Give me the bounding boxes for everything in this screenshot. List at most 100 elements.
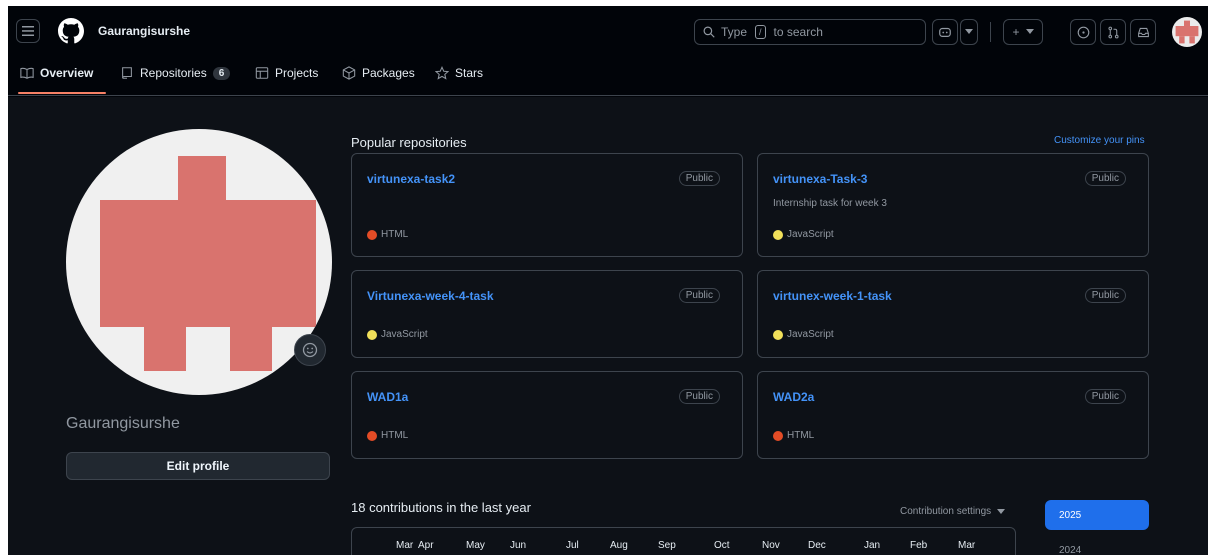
repo-name-link[interactable]: WAD1a bbox=[367, 390, 408, 404]
month-label: Mar bbox=[396, 540, 414, 551]
issues-button[interactable] bbox=[1070, 19, 1096, 45]
repo-card: virtunex-week-1-task Public JavaScript bbox=[757, 270, 1149, 358]
tab-packages-label: Packages bbox=[362, 66, 415, 80]
repo-language: JavaScript bbox=[773, 229, 834, 240]
tab-repositories[interactable]: Repositories 6 bbox=[120, 66, 231, 80]
repo-card: WAD2a Public HTML bbox=[757, 371, 1149, 459]
visibility-badge: Public bbox=[678, 171, 720, 186]
customize-pins-link[interactable]: Customize your pins bbox=[1054, 135, 1145, 146]
month-label: Nov bbox=[762, 540, 780, 551]
header-username[interactable]: Gaurangisurshe bbox=[98, 24, 190, 38]
repo-name-link[interactable]: virtunexa-task2 bbox=[367, 172, 455, 186]
search-shortcut-key: / bbox=[755, 25, 766, 39]
month-label: Aug bbox=[610, 540, 628, 551]
month-label: Oct bbox=[714, 540, 730, 551]
repo-language: HTML bbox=[367, 229, 408, 240]
triangle-down-icon bbox=[1025, 29, 1034, 34]
tab-stars[interactable]: Stars bbox=[435, 66, 483, 80]
repo-name-link[interactable]: WAD2a bbox=[773, 390, 814, 404]
repo-name-link[interactable]: virtunex-week-1-task bbox=[773, 289, 892, 303]
menu-button[interactable] bbox=[16, 19, 40, 43]
language-label: JavaScript bbox=[787, 329, 834, 340]
month-label: Feb bbox=[910, 540, 928, 551]
language-label: HTML bbox=[381, 430, 409, 441]
visibility-badge: Public bbox=[1084, 389, 1126, 404]
copilot-dropdown-button[interactable] bbox=[960, 19, 978, 45]
table-icon bbox=[255, 67, 269, 79]
month-label: Dec bbox=[808, 540, 826, 551]
divider bbox=[990, 22, 991, 42]
repo-language: JavaScript bbox=[367, 329, 428, 340]
language-label: JavaScript bbox=[381, 329, 428, 340]
set-status-button[interactable] bbox=[294, 334, 326, 366]
month-label: Apr bbox=[418, 540, 434, 551]
tab-overview-label: Overview bbox=[40, 66, 94, 80]
top-bar: Gaurangisurshe Type / to search + bbox=[8, 6, 1208, 56]
profile-avatar[interactable] bbox=[66, 129, 332, 395]
month-label: Mar bbox=[958, 540, 976, 551]
github-logo-icon[interactable] bbox=[58, 18, 84, 44]
tab-repositories-label: Repositories bbox=[140, 66, 207, 80]
plus-icon: + bbox=[1012, 25, 1020, 39]
contributions-title: 18 contributions in the last year bbox=[351, 500, 531, 515]
repo-card: Virtunexa-week-4-task Public JavaScript bbox=[351, 270, 743, 358]
tab-packages[interactable]: Packages bbox=[342, 66, 415, 80]
create-new-button[interactable]: + bbox=[1003, 19, 1043, 45]
language-label: HTML bbox=[381, 229, 409, 240]
month-label: Jan bbox=[864, 540, 881, 551]
search-icon bbox=[703, 26, 715, 38]
language-color-dot bbox=[773, 430, 783, 441]
copilot-icon bbox=[939, 27, 951, 37]
tab-projects[interactable]: Projects bbox=[255, 66, 318, 80]
repo-language: HTML bbox=[773, 430, 814, 441]
issue-opened-icon bbox=[1077, 26, 1089, 38]
repo-card: virtunexa-Task-3 Public Internship task … bbox=[757, 153, 1149, 257]
identicon-avatar-icon bbox=[100, 156, 316, 371]
repo-card: virtunexa-task2 Public HTML bbox=[351, 153, 743, 257]
star-icon bbox=[435, 66, 449, 80]
tab-stars-label: Stars bbox=[455, 66, 484, 80]
smiley-icon bbox=[302, 342, 318, 358]
repo-language: HTML bbox=[367, 430, 408, 441]
language-color-dot bbox=[367, 229, 377, 240]
language-color-dot bbox=[367, 329, 377, 340]
profile-tabs: Overview Repositories 6 Projects Package… bbox=[8, 56, 1208, 96]
contribution-graph: Mar Apr May Jun Jul Aug Sep Oct Nov Dec … bbox=[351, 527, 1016, 555]
triangle-down-icon bbox=[997, 508, 1006, 514]
repo-icon bbox=[122, 67, 132, 79]
package-icon bbox=[342, 66, 356, 80]
search-placeholder-pre: Type bbox=[721, 25, 748, 39]
profile-username: Gaurangisurshe bbox=[66, 415, 180, 432]
user-avatar-menu[interactable] bbox=[1172, 17, 1202, 47]
year-button[interactable]: 2024 bbox=[1059, 545, 1081, 555]
selected-tab-indicator bbox=[18, 92, 106, 94]
edit-profile-button[interactable]: Edit profile bbox=[66, 452, 330, 480]
repo-description: Internship task for week 3 bbox=[773, 198, 887, 209]
copilot-button[interactable] bbox=[932, 19, 958, 45]
repositories-count-badge: 6 bbox=[212, 66, 231, 80]
repo-name-link[interactable]: Virtunexa-week-4-task bbox=[367, 289, 494, 303]
inbox-button[interactable] bbox=[1130, 19, 1156, 45]
github-profile-page: Gaurangisurshe Type / to search + Overvi… bbox=[8, 6, 1208, 555]
language-color-dot bbox=[367, 430, 377, 441]
pull-requests-button[interactable] bbox=[1100, 19, 1126, 45]
inbox-icon bbox=[1137, 27, 1149, 37]
triangle-down-icon bbox=[965, 29, 973, 34]
tab-overview[interactable]: Overview bbox=[20, 66, 93, 80]
repo-name-link[interactable]: virtunexa-Task-3 bbox=[773, 172, 867, 186]
hamburger-icon bbox=[22, 26, 34, 36]
search-placeholder-post: to search bbox=[773, 25, 823, 39]
git-pull-request-icon bbox=[1107, 26, 1119, 38]
search-input[interactable]: Type / to search bbox=[694, 19, 926, 45]
contribution-settings-button[interactable]: Contribution settings bbox=[900, 506, 1006, 517]
year-button-selected[interactable]: 2025 bbox=[1045, 500, 1149, 530]
month-label: May bbox=[466, 540, 485, 551]
language-label: JavaScript bbox=[787, 229, 834, 240]
visibility-badge: Public bbox=[1084, 171, 1126, 186]
tab-projects-label: Projects bbox=[275, 66, 319, 80]
main-content: Gaurangisurshe Edit profile Popular repo… bbox=[8, 97, 1208, 555]
contribution-settings-label: Contribution settings bbox=[900, 506, 992, 517]
month-label: Jul bbox=[566, 540, 579, 551]
book-icon bbox=[20, 67, 34, 79]
month-label: Sep bbox=[658, 540, 676, 551]
